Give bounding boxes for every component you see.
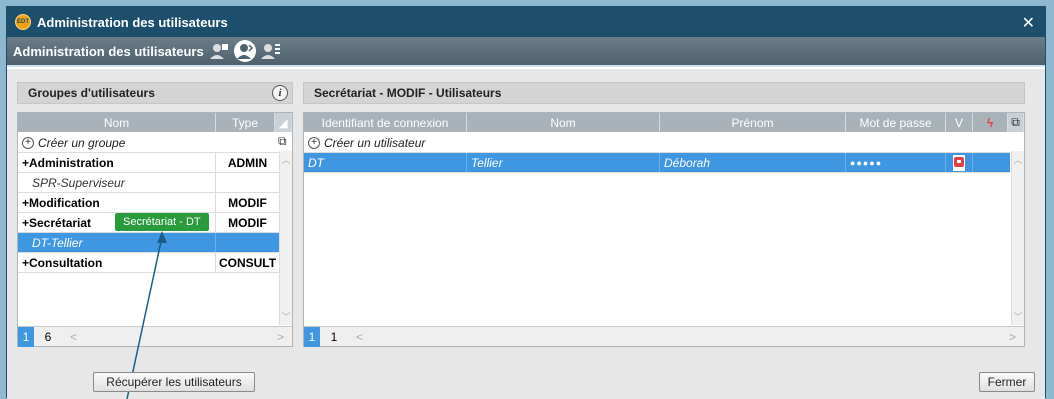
- group-type: [216, 173, 280, 192]
- user-password: ●●●●●: [846, 153, 946, 172]
- group-type: [216, 233, 280, 252]
- groups-grid-header: Nom Type ◢: [18, 113, 292, 132]
- close-button[interactable]: Fermer: [979, 372, 1035, 392]
- pager-prev-icon[interactable]: <: [70, 330, 77, 344]
- col-header-nom[interactable]: Nom: [467, 113, 660, 132]
- create-user-label: Créer un utilisateur: [324, 135, 426, 150]
- admin-users-window: EDT Administration des utilisateurs ✕ Ad…: [6, 6, 1046, 399]
- group-name: +Modification: [18, 193, 216, 212]
- users-pager: 1 1 < >: [304, 326, 1024, 347]
- list-item[interactable]: +Administration ADMIN: [18, 153, 280, 173]
- pager-total: 6: [44, 329, 52, 344]
- scroll-down-icon[interactable]: ﹀: [1012, 310, 1024, 323]
- lock-icon: [954, 156, 964, 167]
- col-header-nom[interactable]: Nom: [18, 113, 216, 132]
- create-group-label: Créer un groupe: [38, 135, 126, 150]
- user-v: [946, 153, 973, 172]
- list-item[interactable]: SPR-Superviseur: [18, 173, 280, 193]
- groups-panel-title-text: Groupes d'utilisateurs: [28, 86, 155, 100]
- pager-next-icon[interactable]: >: [1009, 330, 1016, 344]
- user-switch-icon[interactable]: [233, 40, 256, 62]
- group-type: MODIF: [216, 213, 280, 232]
- copy-icon[interactable]: ⧉: [278, 134, 291, 152]
- group-type: CONSULT: [216, 253, 280, 272]
- create-user-row[interactable]: + Créer un utilisateur: [304, 133, 1010, 153]
- add-icon: +: [22, 136, 34, 149]
- group-name: +Administration: [18, 153, 216, 172]
- pager-current[interactable]: 1: [18, 326, 34, 347]
- users-grid-header: Identifiant de connexion Nom Prénom Mot …: [304, 113, 1024, 132]
- group-name: +Consultation: [18, 253, 216, 272]
- group-name: DT-Tellier: [18, 233, 216, 252]
- user-extra: [973, 153, 1010, 172]
- groups-scrollbar[interactable]: ︿ ﹀: [279, 151, 292, 325]
- user-lock-icon[interactable]: [208, 40, 230, 62]
- users-scrollbar[interactable]: ︿ ﹀: [1011, 151, 1024, 325]
- users-panel-title: Secrétariat - MODIF - Utilisateurs: [303, 82, 1025, 104]
- window-title: Administration des utilisateurs: [37, 14, 228, 30]
- sort-icon[interactable]: ◢: [275, 113, 292, 132]
- info-icon[interactable]: i: [272, 85, 288, 101]
- group-name: SPR-Superviseur: [18, 173, 216, 192]
- app-logo-icon: EDT: [15, 14, 31, 30]
- col-header-type[interactable]: Type: [216, 113, 275, 132]
- close-icon[interactable]: ✕: [1022, 13, 1035, 33]
- groups-panel-title: Groupes d'utilisateurs i: [17, 82, 293, 104]
- scroll-up-icon[interactable]: ︿: [1012, 153, 1024, 166]
- user-list-icon[interactable]: [260, 40, 282, 62]
- drag-badge: Secrétariat - DT: [115, 213, 209, 231]
- list-item[interactable]: DT-Tellier: [18, 233, 280, 253]
- user-prenom: Déborah: [660, 153, 846, 172]
- list-item[interactable]: +Modification MODIF: [18, 193, 280, 213]
- pager-next-icon[interactable]: >: [277, 330, 284, 344]
- create-group-row[interactable]: + Créer un groupe: [18, 133, 280, 153]
- recuperer-users-button[interactable]: Récupérer les utilisateurs: [93, 372, 255, 392]
- users-panel-title-text: Secrétariat - MODIF - Utilisateurs: [314, 86, 502, 100]
- scroll-down-icon[interactable]: ﹀: [280, 310, 292, 323]
- window-titlebar: EDT Administration des utilisateurs ✕: [7, 7, 1045, 37]
- table-row[interactable]: DT Tellier Déborah ●●●●●: [304, 153, 1010, 173]
- group-type: MODIF: [216, 193, 280, 212]
- col-header-lightning-icon[interactable]: ϟ: [973, 113, 1008, 132]
- col-header-v[interactable]: V: [946, 113, 973, 132]
- pager-total: 1: [330, 329, 338, 344]
- user-nom: Tellier: [467, 153, 660, 172]
- list-item[interactable]: +Consultation CONSULT: [18, 253, 280, 273]
- pager-prev-icon[interactable]: <: [356, 330, 363, 344]
- section-title: Administration des utilisateurs: [13, 43, 204, 59]
- col-header-login[interactable]: Identifiant de connexion: [304, 113, 467, 132]
- pager-current[interactable]: 1: [304, 326, 320, 347]
- groups-pager: 1 6 < >: [18, 326, 292, 347]
- col-header-password[interactable]: Mot de passe: [846, 113, 946, 132]
- user-login: DT: [304, 153, 467, 172]
- add-icon: +: [308, 136, 320, 149]
- users-grid: Identifiant de connexion Nom Prénom Mot …: [303, 112, 1025, 347]
- copy-icon[interactable]: ⧉: [1008, 113, 1024, 132]
- group-type: ADMIN: [216, 153, 280, 172]
- col-header-prenom[interactable]: Prénom: [660, 113, 846, 132]
- content-area: Groupes d'utilisateurs i Nom Type ◢ + Cr…: [7, 69, 1045, 399]
- scroll-up-icon[interactable]: ︿: [280, 153, 292, 166]
- section-header: Administration des utilisateurs: [7, 37, 1045, 67]
